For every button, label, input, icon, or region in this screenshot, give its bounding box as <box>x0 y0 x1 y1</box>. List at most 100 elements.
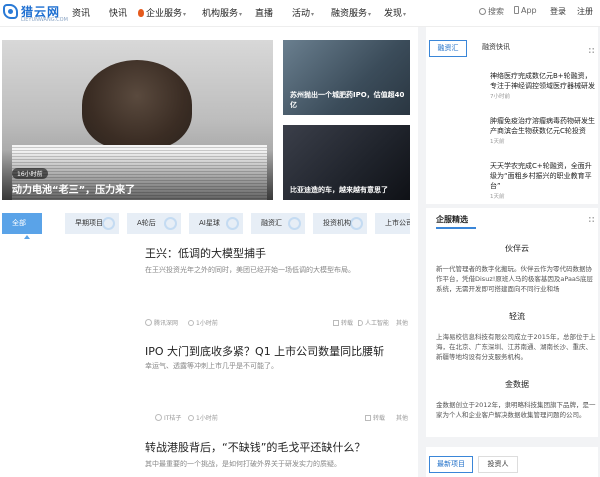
enterprise-desc: 上海易校信息科技有限公司成立于2015年，总部位于上海，在北京、广东深圳、江苏南… <box>436 333 596 361</box>
category-active-arrow <box>24 235 30 239</box>
category-label: A轮后 <box>137 219 156 227</box>
article-more[interactable]: 其他 <box>396 413 408 422</box>
enterprise-name[interactable]: 伙伴云 <box>436 243 598 254</box>
hero-time-badge: 16小时前 <box>12 168 48 179</box>
share-icon <box>333 320 339 326</box>
enterprise-name[interactable]: 金数据 <box>436 379 598 390</box>
clock-icon <box>188 320 194 326</box>
hero-side-card-2[interactable]: 比亚迪造的车，越来越有意思了 <box>283 125 410 200</box>
hero-main-title: 动力电池“老三”，压力来了 <box>12 185 136 196</box>
nav-item-events[interactable]: 活动▾ <box>292 6 314 19</box>
hero-side-title: 比亚迪造的车，越来越有意思了 <box>290 186 388 194</box>
search-button[interactable]: 搜索 <box>479 6 504 17</box>
article-item[interactable]: 王兴：低调的大模型捕手 在王兴投资光年之外的同时，美团已经开始一场低调的大模型布… <box>145 245 410 330</box>
enterprise-name[interactable]: 轻流 <box>436 311 598 322</box>
tab-latest-projects[interactable]: 最新项目 <box>429 456 473 473</box>
tab-investors[interactable]: 投资人 <box>478 456 518 473</box>
article-desc: 幸运气、透露等冲刺上市几乎是不可能了。 <box>145 362 278 370</box>
enterprise-item[interactable]: 金数据 金数据创立于2012年，隶明略科技集团旗下品牌，是一家为个人和企业客户解… <box>436 379 598 420</box>
category-bar: 全部 早期项目 A轮后 AI星球 融资汇 投资机构 上市公司 <box>2 213 410 235</box>
article-desc: 其中最重要的一个挑战，是如何打破外界关于研发实力的质疑。 <box>145 460 341 468</box>
category-tab-all[interactable]: 全部 <box>2 213 42 234</box>
login-link[interactable]: 登录 <box>550 6 566 17</box>
tag-label: 人工智能 <box>365 320 390 327</box>
category-label: AI星球 <box>199 219 220 227</box>
search-icon <box>479 8 486 15</box>
feed-item[interactable]: 肿瘤免疫治疗溶瘤病毒药物研发生产商滨会生物获数亿元C轮投资 1天前 <box>490 116 598 145</box>
chevron-down-icon: ▾ <box>368 11 372 18</box>
tab-financing-flash[interactable]: 融资快讯 <box>475 40 517 57</box>
right-sidebar: 融资汇 融资快讯 神络医疗完成数亿元B+轮融资，专注于神经调控领域医疗器械研发 … <box>418 27 600 477</box>
article-item[interactable]: 转战港股背后，“不缺钱”的毛戈平还缺什么？ 其中最重要的一个挑战，是如何打破外界… <box>145 439 410 477</box>
hot-fire-icon <box>138 9 144 17</box>
projects-card: 最新项目 投资人 <box>426 447 598 477</box>
tab-financing-hub[interactable]: 融资汇 <box>429 40 467 57</box>
hero-side-card-1[interactable]: 苏州抛出一个城肥药IPO，估值超40亿 <box>283 40 410 115</box>
category-label: 早期项目 <box>75 219 103 227</box>
nav-item-label: 企业服务 <box>146 9 183 19</box>
category-tab-ai[interactable]: AI星球 <box>189 213 243 234</box>
hero-side-title: 苏州抛出一个城肥药IPO，估值超40亿 <box>290 91 405 109</box>
nav-item-institution[interactable]: 机构服务▾ <box>202 6 242 19</box>
chevron-down-icon: ▾ <box>239 11 243 18</box>
category-label: 投资机构 <box>323 219 351 227</box>
category-tab-series-a[interactable]: A轮后 <box>127 213 181 234</box>
hero-main-card[interactable]: 16小时前 动力电池“老三”，压力来了 <box>2 40 273 200</box>
article-share[interactable]: 转载 <box>365 413 385 422</box>
section-underline <box>436 227 476 229</box>
article-more[interactable]: 其他 <box>396 318 408 327</box>
nav-item-flash[interactable]: 快讯 <box>109 6 127 19</box>
top-header: 猎云网 LIEYUNWANG.COM 资讯 快讯 企业服务▾ 机构服务▾ 直播 … <box>0 0 600 27</box>
article-title[interactable]: 王兴：低调的大模型捕手 <box>145 245 266 261</box>
article-title[interactable]: 转战港股背后，“不缺钱”的毛戈平还缺什么？ <box>145 439 365 455</box>
nav-item-news[interactable]: 资讯 <box>72 6 90 19</box>
share-label: 转载 <box>341 320 354 327</box>
nav-item-discover[interactable]: 发现▾ <box>384 6 406 19</box>
feed-item[interactable]: 神络医疗完成数亿元B+轮融资，专注于神经调控领域医疗器械研发 7小时前 <box>490 71 598 100</box>
category-tab-listed[interactable]: 上市公司 <box>375 213 410 234</box>
share-label: 转载 <box>373 415 386 422</box>
article-item[interactable]: IPO 大门到底收多紧？Q1 上市公司数量同比腰斩 幸运气、透露等冲刺上市几乎是… <box>145 343 410 428</box>
site-logo[interactable]: 猎云网 LIEYUNWANG.COM <box>3 3 68 25</box>
nav-item-label: 融资服务 <box>331 9 368 19</box>
feed-title[interactable]: 肿瘤免疫治疗溶瘤病毒药物研发生产商滨会生物获数亿元C轮投资 <box>490 116 598 136</box>
search-label: 搜索 <box>488 7 504 16</box>
category-deco-icon <box>350 217 363 230</box>
feed-title[interactable]: 神络医疗完成数亿元B+轮融资，专注于神经调控领域医疗器械研发 <box>490 71 598 91</box>
feed-item[interactable]: 天天学农完成C+轮融资，全面升级为“面粗乡村振兴的职业教育平台” 1天前 <box>490 161 598 200</box>
feed-title[interactable]: 天天学农完成C+轮融资，全面升级为“面粗乡村振兴的职业教育平台” <box>490 161 598 191</box>
category-tab-institutions[interactable]: 投资机构 <box>313 213 367 234</box>
nav-item-enterprise[interactable]: 企业服务▾ <box>138 6 186 19</box>
category-deco-icon <box>226 217 239 230</box>
article-share[interactable]: 转载 <box>333 318 353 327</box>
app-download-link[interactable]: App <box>514 6 537 15</box>
time-text: 1小时前 <box>196 415 218 422</box>
category-tab-early[interactable]: 早期项目 <box>65 213 119 234</box>
feed-time: 1天前 <box>490 194 505 200</box>
category-deco-icon <box>288 217 301 230</box>
enterprise-item[interactable]: 轻流 上海易校信息科技有限公司成立于2015年，总部位于上海，在北京、广东深圳、… <box>436 311 598 362</box>
article-author[interactable]: IT桔子 <box>155 413 181 422</box>
logo-mark-icon <box>3 4 18 19</box>
category-tab-financing[interactable]: 融资汇 <box>251 213 305 234</box>
grid-icon[interactable] <box>588 216 595 223</box>
article-title[interactable]: IPO 大门到底收多紧？Q1 上市公司数量同比腰斩 <box>145 343 384 359</box>
nav-item-live[interactable]: 直播 <box>255 6 273 19</box>
nav-item-financing[interactable]: 融资服务▾ <box>331 6 371 19</box>
article-author[interactable]: 腾讯深网 <box>145 318 178 327</box>
chevron-down-icon: ▾ <box>311 11 315 18</box>
category-deco-icon <box>164 217 177 230</box>
nav-item-label: 直播 <box>255 9 274 19</box>
article-desc: 在王兴投资光年之外的同时，美团已经开始一场低调的大模型布局。 <box>145 266 355 274</box>
nav-item-label: 活动 <box>292 9 311 19</box>
nav-item-label: 资讯 <box>72 9 91 19</box>
grid-icon[interactable] <box>588 47 595 54</box>
article-tag[interactable]: 人工智能 <box>358 318 389 327</box>
register-link[interactable]: 注册 <box>577 6 593 17</box>
phone-icon <box>514 6 519 14</box>
enterprise-item[interactable]: 伙伴云 新一代管理者的数字化搬玩。伙伴云作为零代码数据协作平台，凭借Disuz!… <box>436 243 598 294</box>
hero-image-person <box>82 60 192 150</box>
category-label: 上市公司 <box>385 219 410 227</box>
section-title: 企服精选 <box>436 215 468 224</box>
article-time: 1小时前 <box>188 318 218 327</box>
